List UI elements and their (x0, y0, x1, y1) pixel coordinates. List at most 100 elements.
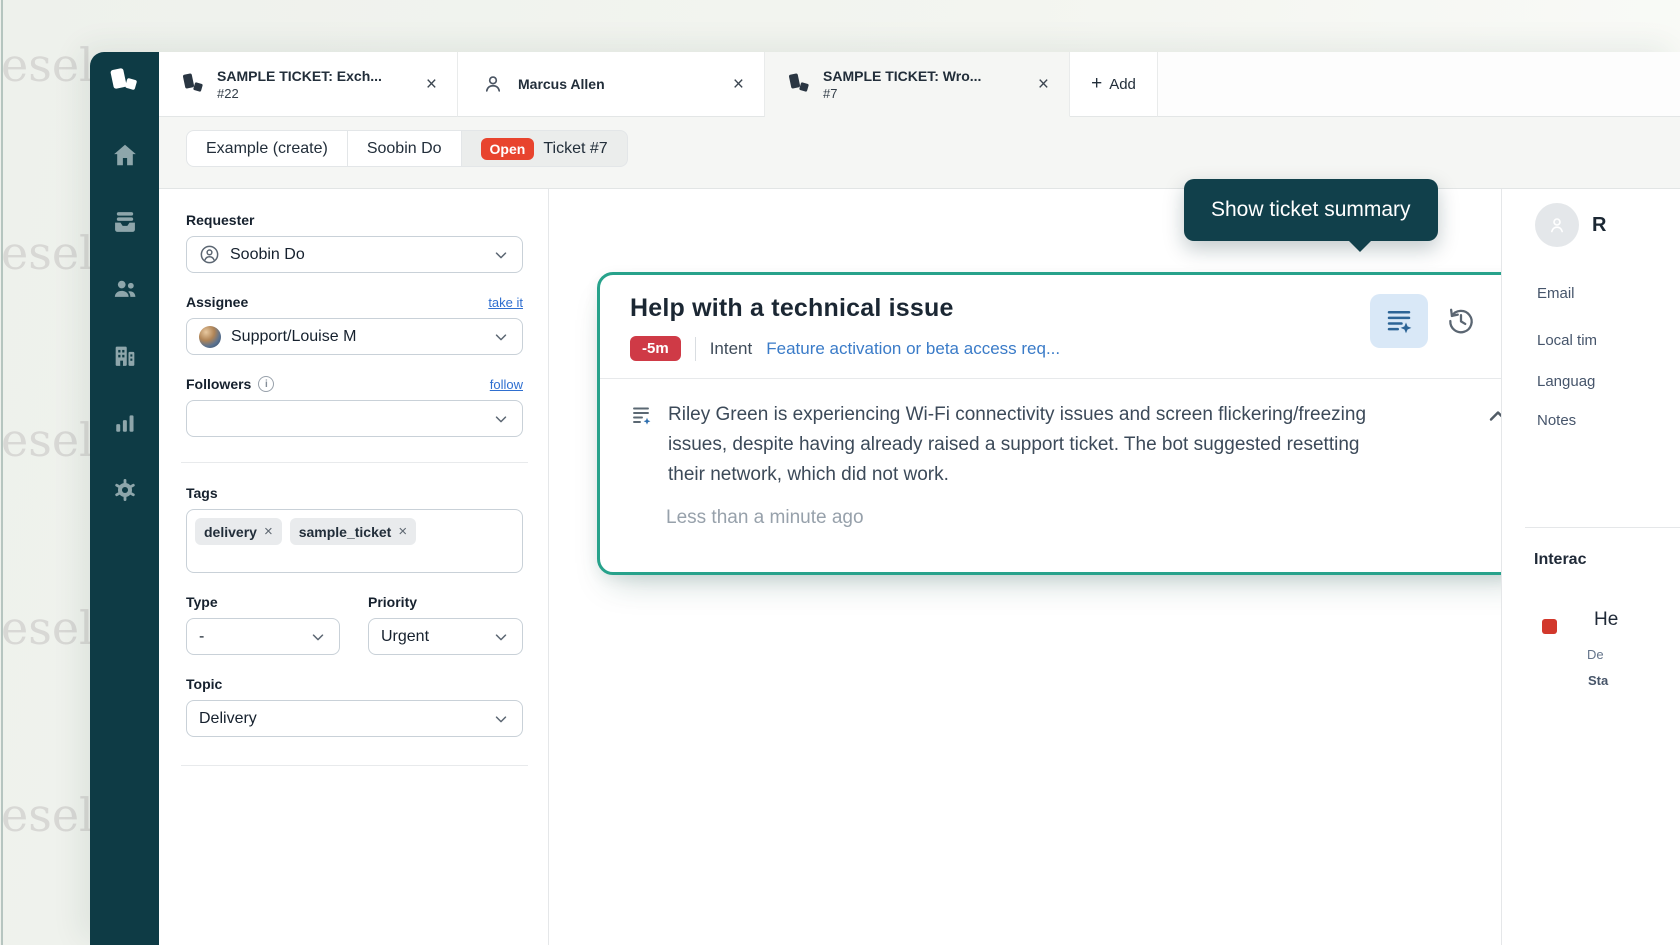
summary-lines-icon (630, 403, 654, 427)
tag-text: delivery (204, 524, 257, 540)
bar-chart-icon (111, 409, 139, 437)
section-divider (181, 765, 528, 766)
interaction-meta: De (1587, 647, 1604, 662)
tab-title: Marcus Allen (518, 76, 605, 92)
context-bar: Example (create) Soobin Do Open Ticket #… (159, 117, 1680, 189)
gorgias-logo-icon[interactable] (107, 65, 143, 101)
gorgias-logo-icon (789, 72, 811, 96)
tab-ticket-number: #7 (823, 86, 981, 101)
sidebar-item-statistics[interactable] (108, 406, 142, 440)
topic-value: Delivery (199, 710, 482, 728)
customer-panel: R Email Local tim Languag Notes Interac … (1501, 189, 1680, 945)
gorgias-logo-icon (183, 72, 205, 96)
person-circle-icon (199, 244, 220, 265)
intent-label: Intent (710, 339, 753, 359)
close-icon[interactable]: × (1034, 75, 1053, 94)
section-divider (181, 462, 528, 463)
customer-name: R (1592, 214, 1606, 237)
type-select[interactable]: - (186, 618, 340, 655)
customer-field-local-time: Local tim (1537, 332, 1597, 349)
customer-field-email: Email (1537, 285, 1575, 302)
add-tab-label: Add (1109, 76, 1136, 93)
sidebar (90, 52, 159, 945)
background-watermark-text: esel (1, 42, 81, 88)
summary-sparkle-icon (1384, 306, 1414, 336)
home-icon (111, 141, 139, 169)
divider (695, 337, 696, 361)
info-icon: i (258, 376, 274, 392)
person-icon (482, 73, 504, 95)
context-tab-customer[interactable]: Soobin Do (348, 130, 462, 167)
add-tab-button[interactable]: + Add (1070, 52, 1158, 117)
requester-field: Requester Soobin Do (186, 212, 523, 273)
ticket-history-button[interactable] (1445, 294, 1477, 348)
tag-chip[interactable]: sample_ticket × (290, 518, 416, 545)
background-watermark-text: esel (1, 230, 81, 276)
app-window: SAMPLE TICKET: Exch... #22 × Marcus Alle… (90, 52, 1680, 945)
sla-timer-badge: -5m (630, 336, 681, 361)
sidebar-item-customers[interactable] (108, 272, 142, 306)
main-content: Requester Soobin Do Assignee take it Sup… (159, 189, 1680, 945)
follow-link[interactable]: follow (490, 377, 523, 392)
status-badge-open: Open (481, 138, 535, 160)
requester-value: Soobin Do (230, 246, 482, 264)
sidebar-item-home[interactable] (108, 138, 142, 172)
tab-sample-ticket-22[interactable]: SAMPLE TICKET: Exch... #22 × (159, 52, 458, 117)
show-ticket-summary-button[interactable] (1370, 294, 1428, 348)
logo-shape (110, 68, 127, 89)
priority-label: Priority (368, 594, 417, 610)
priority-select[interactable]: Urgent (368, 618, 523, 655)
tooltip-show-ticket-summary: Show ticket summary (1184, 179, 1438, 241)
interaction-item[interactable]: He (1594, 609, 1618, 631)
followers-label: Followers i (186, 376, 274, 392)
ticket-details-panel: Requester Soobin Do Assignee take it Sup… (159, 189, 549, 945)
customers-icon (111, 275, 139, 303)
summary-timestamp: Less than a minute ago (666, 507, 1512, 529)
sidebar-item-tickets[interactable] (108, 205, 142, 239)
priority-field: Priority Urgent (368, 594, 523, 655)
tag-chip[interactable]: delivery × (195, 518, 282, 545)
close-icon[interactable]: × (422, 75, 441, 94)
gear-icon (111, 476, 139, 504)
tab-bar: SAMPLE TICKET: Exch... #22 × Marcus Alle… (159, 52, 1680, 117)
background-watermark-text: esel (1, 417, 81, 463)
background-watermark-text: esel (1, 792, 81, 838)
priority-value: Urgent (381, 628, 482, 646)
requester-label: Requester (186, 212, 254, 228)
type-label: Type (186, 594, 218, 610)
assignee-select[interactable]: Support/Louise M (186, 318, 523, 355)
ticket-label: Ticket #7 (543, 140, 607, 158)
remove-tag-icon[interactable]: × (398, 523, 407, 540)
followers-select[interactable] (186, 400, 523, 437)
assignee-avatar (199, 326, 221, 348)
chevron-down-icon (492, 328, 510, 346)
requester-select[interactable]: Soobin Do (186, 236, 523, 273)
assignee-field: Assignee take it Support/Louise M (186, 294, 523, 355)
sidebar-item-organization[interactable] (108, 339, 142, 373)
context-tab-example-create[interactable]: Example (create) (186, 130, 348, 167)
tab-bar-empty-space (1158, 52, 1680, 117)
tab-customer-marcus-allen[interactable]: Marcus Allen × (458, 52, 765, 117)
tooltip-text: Show ticket summary (1211, 198, 1411, 222)
interactions-section-title: Interac (1534, 551, 1586, 569)
assignee-label: Assignee (186, 294, 248, 310)
close-icon[interactable]: × (729, 75, 748, 94)
logo-shape (124, 78, 136, 90)
sidebar-item-settings[interactable] (108, 473, 142, 507)
type-value: - (199, 628, 299, 646)
topic-field: Topic Delivery (186, 676, 523, 737)
type-field: Type - (186, 594, 340, 655)
remove-tag-icon[interactable]: × (264, 523, 273, 540)
customer-field-notes: Notes (1537, 412, 1576, 429)
tab-sample-ticket-7[interactable]: SAMPLE TICKET: Wro... #7 × (765, 52, 1070, 117)
tab-title: SAMPLE TICKET: Wro... (823, 68, 981, 84)
take-it-link[interactable]: take it (488, 295, 523, 310)
intent-value-link[interactable]: Feature activation or beta access req... (766, 339, 1060, 359)
assignee-value: Support/Louise M (231, 328, 482, 346)
tags-input[interactable]: delivery × sample_ticket × (186, 509, 523, 573)
ai-summary-text: Riley Green is experiencing Wi-Fi connec… (668, 400, 1380, 490)
context-tab-ticket-7[interactable]: Open Ticket #7 (462, 130, 628, 167)
topic-select[interactable]: Delivery (186, 700, 523, 737)
tab-ticket-number: #22 (217, 86, 382, 101)
history-clock-icon (1445, 305, 1477, 337)
